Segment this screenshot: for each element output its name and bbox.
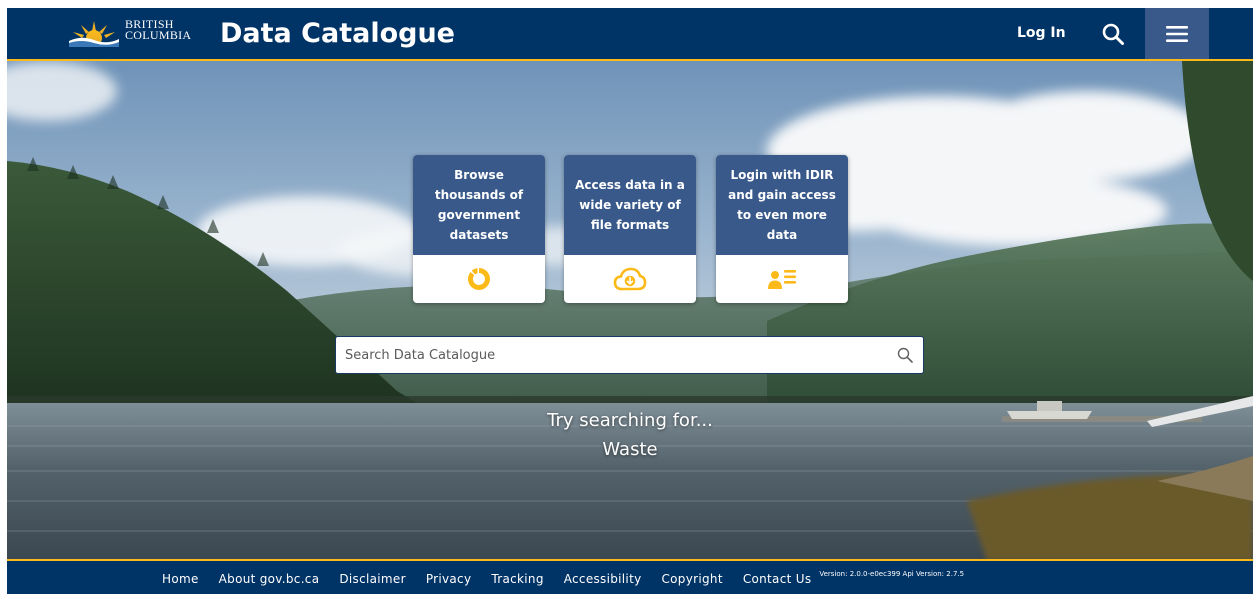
header-search-button[interactable]: [1093, 14, 1133, 54]
app-frame: BRITISH COLUMBIA Data Catalogue Log In B…: [7, 8, 1253, 594]
catalogue-search-input[interactable]: [336, 337, 876, 373]
card-icon-area: [564, 255, 696, 303]
app-title: Data Catalogue: [220, 18, 455, 49]
hamburger-menu-icon: [1166, 25, 1188, 42]
search-icon: [1102, 23, 1124, 45]
card-icon-area: [716, 255, 848, 303]
bc-sun-icon: [69, 21, 119, 47]
version-info: Version: 2.0.0-e0ec399 Api Version: 2.7.…: [819, 570, 965, 578]
catalogue-search-bar: [335, 336, 924, 374]
lake-landscape-image: [7, 61, 1253, 561]
footer-link-copyright[interactable]: Copyright: [661, 571, 722, 587]
hero-section: Browse thousands of government datasets …: [7, 61, 1253, 561]
user-list-icon: [768, 270, 796, 289]
site-footer: Home About gov.bc.ca Disclaimer Privacy …: [7, 559, 1253, 594]
donut-chart-icon: [467, 268, 490, 290]
footer-link-privacy[interactable]: Privacy: [426, 571, 472, 587]
footer-link-about[interactable]: About gov.bc.ca: [219, 571, 320, 587]
cloud-download-icon: [613, 267, 647, 291]
footer-link-disclaimer[interactable]: Disclaimer: [339, 571, 405, 587]
footer-link-tracking[interactable]: Tracking: [491, 571, 543, 587]
login-link[interactable]: Log In: [1017, 24, 1066, 42]
search-icon[interactable]: [897, 347, 913, 363]
bc-wordmark: BRITISH COLUMBIA: [125, 18, 192, 42]
hamburger-menu-button[interactable]: [1145, 8, 1209, 59]
feature-card-login[interactable]: Login with IDIR and gain access to even …: [716, 155, 848, 303]
card-header: Browse thousands of government datasets: [413, 155, 545, 255]
feature-card-browse[interactable]: Browse thousands of government datasets: [413, 155, 545, 303]
footer-link-accessibility[interactable]: Accessibility: [564, 571, 642, 587]
footer-link-home[interactable]: Home: [162, 571, 199, 587]
card-header: Login with IDIR and gain access to even …: [716, 155, 848, 255]
footer-nav: Home About gov.bc.ca Disclaimer Privacy …: [162, 570, 965, 587]
try-searching-label: Try searching for...: [547, 410, 713, 431]
site-header: BRITISH COLUMBIA Data Catalogue Log In: [7, 8, 1253, 61]
card-text: Access data in a wide variety of file fo…: [575, 178, 685, 232]
card-icon-area: [413, 255, 545, 303]
logo-line-2: COLUMBIA: [125, 28, 192, 42]
suggested-search-term[interactable]: Waste: [430, 439, 830, 461]
card-text: Browse thousands of government datasets: [434, 168, 524, 242]
card-header: Access data in a wide variety of file fo…: [564, 155, 696, 255]
bc-gov-logo[interactable]: BRITISH COLUMBIA: [67, 14, 192, 54]
card-text: Login with IDIR and gain access to even …: [728, 168, 836, 242]
feature-card-formats[interactable]: Access data in a wide variety of file fo…: [564, 155, 696, 303]
footer-link-contact[interactable]: Contact Us: [743, 571, 812, 587]
